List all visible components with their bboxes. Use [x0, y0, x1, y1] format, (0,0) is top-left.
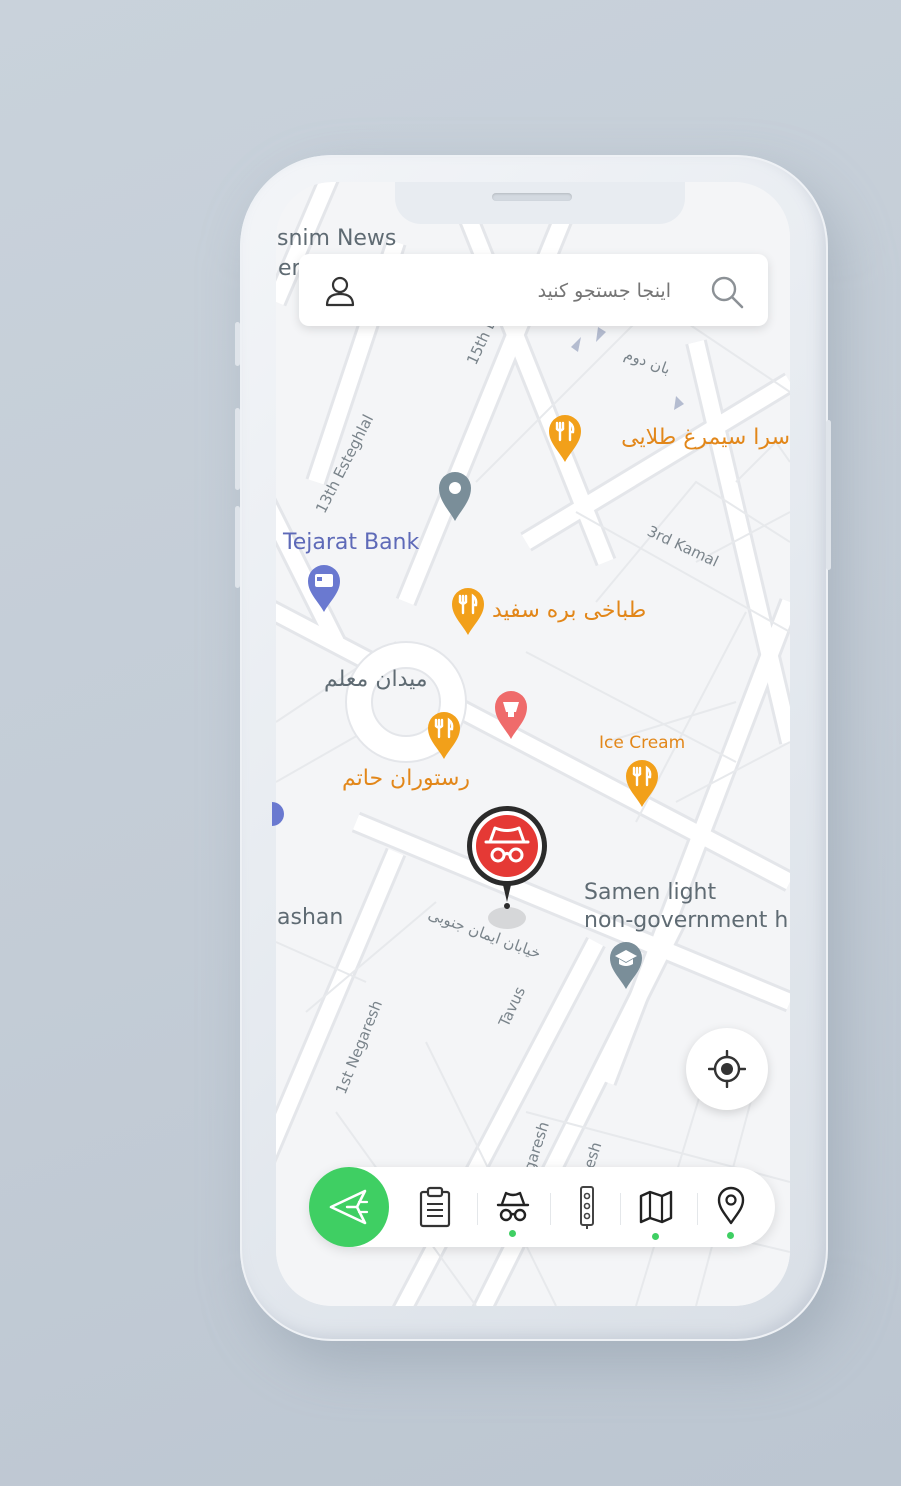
- map-icon: [639, 1190, 673, 1224]
- place-pin-icon: [272, 802, 284, 826]
- active-indicator-dot: [727, 1232, 734, 1239]
- nav-item-location[interactable]: [704, 1180, 758, 1236]
- search-input[interactable]: [369, 268, 673, 314]
- side-button: [826, 420, 831, 570]
- map-label-tasnim-news: snim News: [277, 226, 397, 251]
- map-label-restaurant-hatam: رستوران حاتم: [342, 766, 471, 791]
- map-label-samen-light-2: non-government h: [584, 908, 789, 933]
- map-label-tejarat-bank: Tejarat Bank: [283, 530, 420, 555]
- send-button[interactable]: [309, 1167, 389, 1247]
- current-location-marker[interactable]: [462, 800, 558, 940]
- map-label-meydan-moallem: میدان معلم: [324, 667, 428, 692]
- pharmacy-pin-icon[interactable]: [494, 690, 528, 740]
- side-button: [235, 408, 240, 490]
- map-label-simorgh: سرا سیمرغ طلایی: [621, 425, 790, 450]
- ice-cream-pin-icon[interactable]: [624, 758, 660, 808]
- map-label-tasnim-news-line2: er: [278, 256, 301, 281]
- place-pin-icon[interactable]: [437, 470, 473, 522]
- map-label-kashan: ashan: [277, 905, 344, 930]
- map-label-samen-light: Samen light: [584, 880, 717, 905]
- phone-speaker: [492, 193, 572, 201]
- nav-item-map[interactable]: [629, 1180, 683, 1236]
- crosshair-icon: [708, 1050, 746, 1088]
- nav-item-clipboard[interactable]: [408, 1180, 462, 1236]
- send-icon: [329, 1189, 369, 1225]
- active-indicator-dot: [652, 1233, 659, 1240]
- side-button: [235, 506, 240, 588]
- nav-separator: [697, 1193, 698, 1225]
- phone-notch: [395, 182, 685, 224]
- nav-separator: [477, 1193, 478, 1225]
- search-bar[interactable]: [299, 254, 768, 326]
- restaurant-pin-icon[interactable]: [450, 586, 486, 636]
- nav-item-traffic[interactable]: [560, 1180, 614, 1236]
- active-indicator-dot: [509, 1230, 516, 1237]
- clipboard-icon: [419, 1186, 451, 1228]
- map-label-ice-cream: Ice Cream: [599, 733, 686, 753]
- restaurant-pin-icon[interactable]: [547, 413, 583, 463]
- user-icon[interactable]: [324, 274, 356, 308]
- school-pin-icon[interactable]: [608, 940, 644, 990]
- incognito-icon: [496, 1191, 530, 1222]
- map-label-tabakhi: طباخی بره سفید: [492, 598, 647, 623]
- location-pin-icon: [717, 1186, 745, 1225]
- traffic-light-icon: [580, 1186, 594, 1229]
- nav-item-incognito[interactable]: [486, 1180, 540, 1236]
- restaurant-pin-icon[interactable]: [426, 710, 462, 760]
- nav-separator: [550, 1193, 551, 1225]
- nav-separator: [620, 1193, 621, 1225]
- my-location-button[interactable]: [686, 1028, 768, 1110]
- side-button: [235, 322, 240, 366]
- bank-pin-icon[interactable]: [306, 563, 342, 613]
- search-icon[interactable]: [709, 274, 745, 310]
